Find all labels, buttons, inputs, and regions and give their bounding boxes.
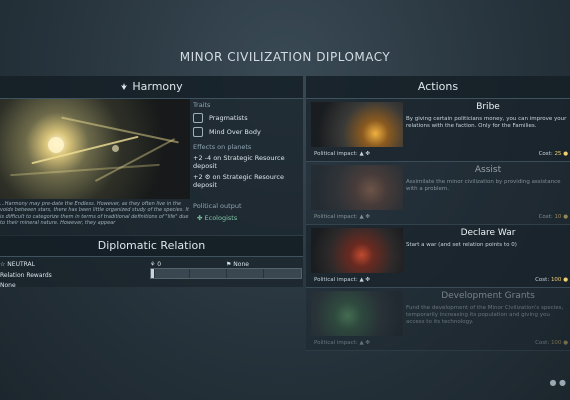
trait-item[interactable]: Pragmatists xyxy=(193,113,303,123)
action-name: Bribe xyxy=(476,102,500,112)
page-indicator-icon[interactable]: ● ● xyxy=(549,378,566,387)
action-footer: Political impact: ▲ ✤ Cost: 100 ● xyxy=(311,339,570,349)
faction-panel: Harmony ...Harmony may pre-date the Endl… xyxy=(0,76,303,289)
action-description: By giving certain politicians money, you… xyxy=(406,116,567,129)
faction-name: Harmony xyxy=(132,80,183,93)
faction-portrait xyxy=(0,99,190,199)
political-impact: Political impact: ▲ ✤ xyxy=(314,151,370,157)
action-cost: Cost: 25 ● xyxy=(539,151,568,157)
relation-rewards-label: Relation Rewards xyxy=(0,272,52,279)
relation-rewards-value: None xyxy=(0,282,16,289)
diplomatic-relation-section: Diplomatic Relation ☆ NEUTRAL ⚘ 0 ⚑ None… xyxy=(0,236,303,289)
war-status-row: ⚑ None xyxy=(226,261,249,268)
dust-coin-icon: ● xyxy=(563,151,568,157)
action-name: Assist xyxy=(474,165,502,175)
political-impact: Political impact: ▲ ✤ xyxy=(314,214,370,220)
effects-label: Effects on planets xyxy=(193,143,252,151)
diplomatic-relation-title: Diplomatic Relation xyxy=(0,236,303,257)
action-footer: Political impact: ▲ ✤ Cost: 10 ● xyxy=(311,213,570,223)
relation-status: NEUTRAL xyxy=(7,261,36,268)
effect-item: +2 -4 on Strategic Resource deposit xyxy=(193,154,285,170)
dust-coin-icon: ● xyxy=(563,340,568,346)
impact-icons: ▲ ✤ xyxy=(359,214,371,220)
cost-value: 100 xyxy=(550,340,562,346)
relation-points-row: ⚘ 0 xyxy=(150,261,161,268)
political-impact: Political impact: ▲ ✤ xyxy=(314,340,370,346)
cost-value: 25 xyxy=(554,151,562,157)
action-bribe[interactable]: Bribe By giving certain politicians mone… xyxy=(306,99,570,162)
action-description: Assimilate the minor civilization by pro… xyxy=(406,179,561,192)
action-cost: Cost: 10 ● xyxy=(539,214,568,220)
actions-panel: Actions Bribe By giving certain politici… xyxy=(306,76,570,351)
pragmatists-icon xyxy=(193,113,203,123)
political-output: Political output ✤ Ecologists xyxy=(193,202,303,222)
political-output-value: ✤ Ecologists xyxy=(197,214,238,222)
impact-label: Political impact: xyxy=(314,214,358,220)
action-footer: Political impact: ▲ ✤ Cost: 25 ● xyxy=(311,150,570,160)
trait-label: Mind Over Body xyxy=(209,128,261,136)
action-description: Fund the development of the Minor Civili… xyxy=(406,305,564,325)
development-grants-image xyxy=(311,291,403,336)
faction-body: ...Harmony may pre-date the Endless. How… xyxy=(0,99,303,235)
bribe-image xyxy=(311,102,403,147)
assist-image xyxy=(311,165,403,210)
dust-coin-icon: ● xyxy=(563,277,568,283)
cost-label: Cost: xyxy=(535,277,550,283)
faction-header: Harmony xyxy=(0,76,303,99)
cost-label: Cost: xyxy=(538,151,553,157)
war-status: None xyxy=(233,261,249,268)
impact-label: Political impact: xyxy=(314,151,358,157)
screen-title: MINOR CIVILIZATION DIPLOMACY xyxy=(179,50,391,64)
relation-status-row: ☆ NEUTRAL xyxy=(0,261,35,268)
cost-value: 10 xyxy=(554,214,562,220)
traits-section: Traits Pragmatists Mind Over Body Effect… xyxy=(193,99,303,189)
political-output-label: Political output xyxy=(193,202,242,210)
action-description: Start a war (and set relation points to … xyxy=(406,242,517,248)
cost-label: Cost: xyxy=(538,214,553,220)
action-name: Declare War xyxy=(460,228,516,238)
declare-war-image xyxy=(311,228,403,273)
action-assist[interactable]: Assist Assimilate the minor civilization… xyxy=(306,162,570,225)
trait-label: Pragmatists xyxy=(209,114,248,122)
impact-icons: ▲ ✤ xyxy=(359,151,371,157)
action-name: Development Grants xyxy=(441,291,535,301)
action-declare-war[interactable]: Declare War Start a war (and set relatio… xyxy=(306,225,570,288)
cost-label: Cost: xyxy=(535,340,550,346)
actions-title: Actions xyxy=(306,76,570,99)
cost-value: 100 xyxy=(550,277,562,283)
mind-over-body-icon xyxy=(193,127,203,137)
traits-label: Traits xyxy=(193,101,211,109)
impact-label: Political impact: xyxy=(314,277,358,283)
impact-icons: ▲ ✤ xyxy=(359,340,371,346)
action-footer: Political impact: ▲ ✤ Cost: 100 ● xyxy=(311,276,570,286)
action-cost: Cost: 100 ● xyxy=(535,340,568,346)
action-development-grants[interactable]: Development Grants Fund the development … xyxy=(306,288,570,351)
effect-item: +2 ⚙ on Strategic Resource deposit xyxy=(193,173,284,189)
impact-icons: ▲ ✤ xyxy=(359,277,371,283)
relation-bar xyxy=(150,268,302,279)
harmony-leaf-icon xyxy=(120,77,128,90)
dust-coin-icon: ● xyxy=(563,214,568,220)
action-cost: Cost: 100 ● xyxy=(535,277,568,283)
political-impact: Political impact: ▲ ✤ xyxy=(314,277,370,283)
trait-item[interactable]: Mind Over Body xyxy=(193,127,303,137)
impact-label: Political impact: xyxy=(314,340,358,346)
faction-description: ...Harmony may pre-date the Endless. How… xyxy=(0,201,189,227)
relation-points: 0 xyxy=(157,261,162,268)
